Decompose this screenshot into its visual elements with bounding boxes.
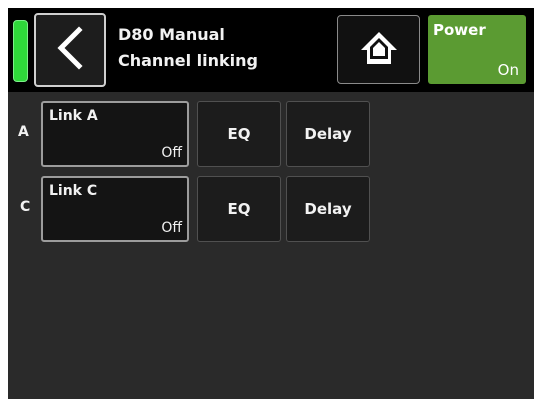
link-a-label: Link A bbox=[49, 108, 98, 124]
link-c-button[interactable]: Link C Off bbox=[41, 176, 189, 242]
link-c-value: Off bbox=[161, 220, 182, 236]
link-a-button[interactable]: Link A Off bbox=[41, 101, 189, 167]
eq-c-button[interactable]: EQ bbox=[197, 176, 281, 242]
power-label: Power bbox=[433, 21, 486, 39]
channel-label-a: A bbox=[18, 124, 29, 140]
content-area: A Link A Off EQ Delay C Link C Off EQ De… bbox=[8, 92, 534, 399]
channel-label-c: C bbox=[20, 199, 31, 215]
link-c-label: Link C bbox=[49, 183, 98, 199]
top-bar: D80 Manual Channel linking Power On bbox=[8, 8, 534, 92]
power-value: On bbox=[497, 61, 519, 79]
device-screen: D80 Manual Channel linking Power On A Li… bbox=[8, 8, 534, 399]
device-name: D80 Manual bbox=[118, 25, 225, 44]
page-title: D80 Manual Channel linking bbox=[118, 22, 258, 74]
power-button[interactable]: Power On bbox=[428, 15, 526, 84]
eq-a-button[interactable]: EQ bbox=[197, 101, 281, 167]
status-indicator bbox=[13, 20, 28, 82]
screen-name: Channel linking bbox=[118, 51, 258, 70]
back-button[interactable] bbox=[34, 13, 106, 87]
link-a-value: Off bbox=[161, 145, 182, 161]
home-button[interactable] bbox=[337, 15, 420, 84]
delay-a-button[interactable]: Delay bbox=[286, 101, 370, 167]
delay-c-button[interactable]: Delay bbox=[286, 176, 370, 242]
chevron-left-icon bbox=[55, 26, 85, 74]
home-icon bbox=[359, 28, 399, 72]
